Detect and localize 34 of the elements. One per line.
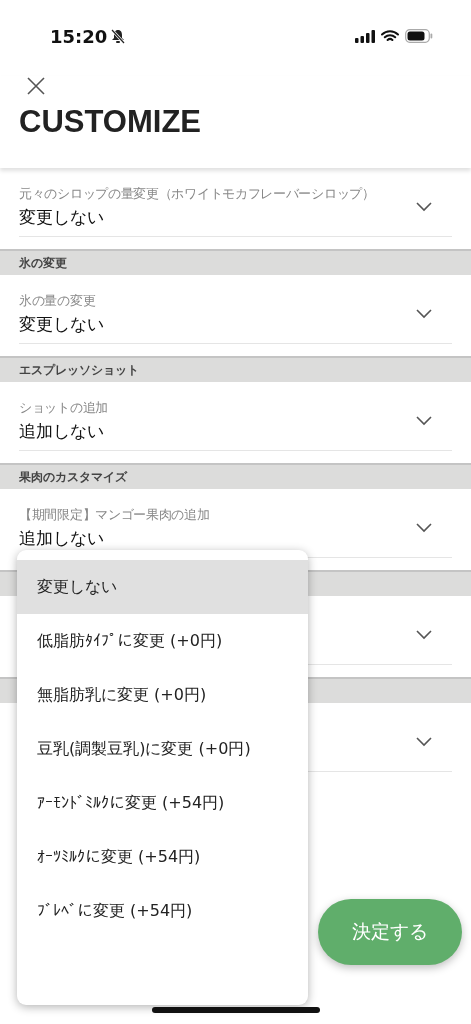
- menu-option[interactable]: 低脂肪ﾀｲﾌﾟに変更 (+0円): [17, 614, 308, 668]
- field-label: ショットの追加: [19, 398, 108, 417]
- field-label: 氷の量の変更: [19, 291, 97, 310]
- menu-option[interactable]: 無脂肪乳に変更 (+0円): [17, 668, 308, 722]
- select-field[interactable]: 氷の量の変更 変更しない: [19, 284, 452, 344]
- field-value: 変更しない: [19, 312, 104, 336]
- status-time: 15:20: [50, 25, 108, 47]
- select-field[interactable]: 元々のシロップの量変更（ホワイトモカフレーバーシロップ） 変更しない: [19, 177, 452, 237]
- chevron-down-icon: [416, 736, 432, 747]
- chevron-down-icon: [416, 415, 432, 426]
- field-value: 追加しない: [19, 419, 105, 443]
- bell-slash-icon: [111, 28, 126, 44]
- field-value: 追加しない: [19, 526, 105, 550]
- menu-option[interactable]: ｵｰﾂﾐﾙｸに変更 (+54円): [17, 830, 308, 884]
- field-value: 変更しない: [19, 205, 105, 229]
- chevron-down-icon: [416, 308, 432, 319]
- section-title: 果肉のカスタマイズ: [19, 468, 127, 486]
- chevron-down-icon: [416, 629, 432, 640]
- close-icon[interactable]: [26, 76, 46, 96]
- field-label: 元々のシロップの量変更（ホワイトモカフレーバーシロップ）: [19, 184, 375, 203]
- signal-icon: [355, 29, 375, 43]
- chevron-down-icon: [416, 522, 432, 533]
- menu-option[interactable]: 豆乳(調製豆乳)に変更 (+0円): [17, 722, 308, 776]
- field-label: 【期間限定】マンゴー果肉の追加: [19, 505, 210, 524]
- select-field[interactable]: ショットの追加 追加しない: [19, 391, 452, 451]
- page-title: CUSTOMIZE: [19, 104, 202, 140]
- menu-option[interactable]: ﾌﾞﾚﾍﾞに変更 (+54円): [17, 884, 308, 938]
- menu-option[interactable]: ｱｰﾓﾝﾄﾞﾐﾙｸに変更 (+54円): [17, 776, 308, 830]
- menu-option[interactable]: 変更しない: [17, 560, 308, 614]
- chevron-down-icon: [416, 201, 432, 212]
- wifi-icon: [381, 29, 399, 43]
- battery-icon: [405, 29, 433, 43]
- section-title: エスプレッソショット: [19, 361, 139, 379]
- section-title: 氷の変更: [19, 254, 67, 272]
